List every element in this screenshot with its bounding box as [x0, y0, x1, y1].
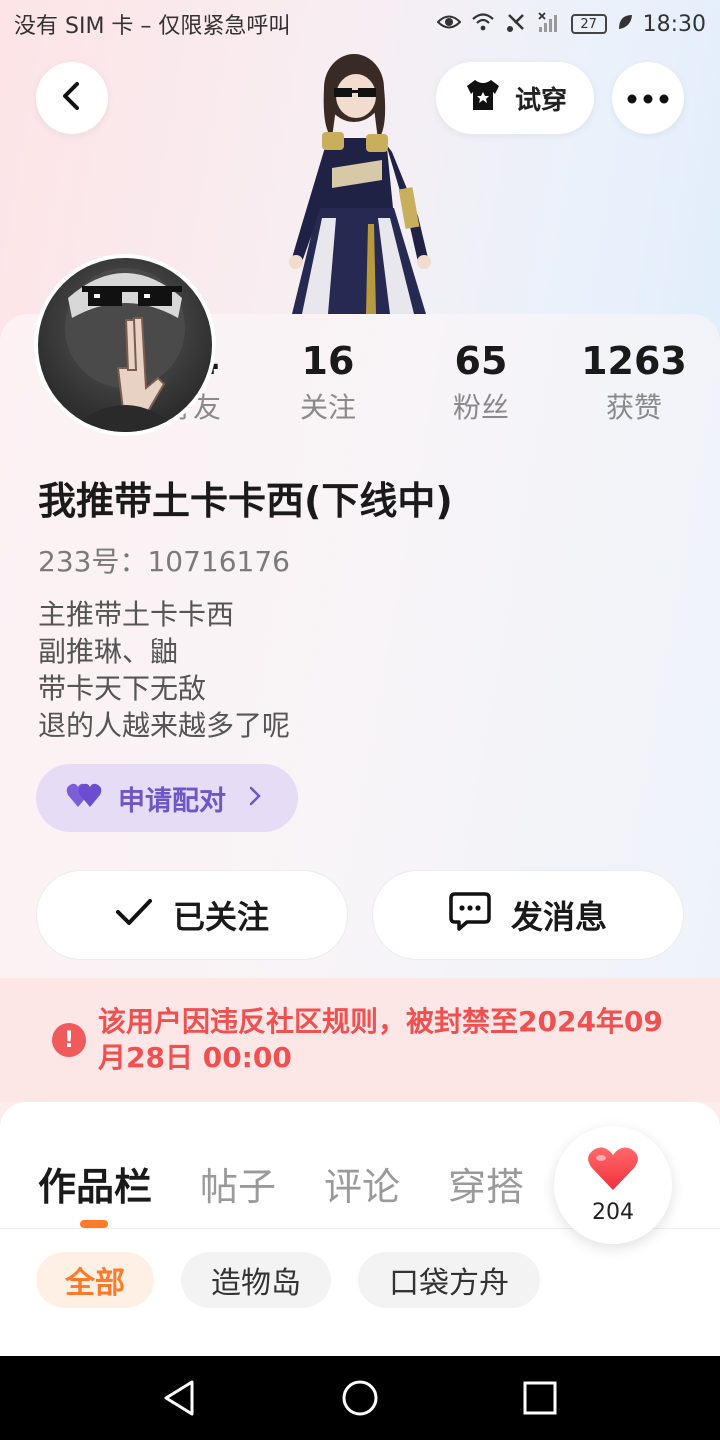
send-message-button[interactable]: 发消息: [372, 870, 684, 960]
ban-notice-text: 该用户因违反社区规则，被封禁至2024年09月28日 00:00: [98, 1005, 663, 1074]
wifi-icon: [471, 12, 495, 36]
bio-line: 带卡天下无敌: [38, 672, 207, 705]
tshirt-icon: [463, 78, 503, 119]
no-call-icon: [505, 11, 527, 38]
tab-comments[interactable]: 评论: [324, 1156, 400, 1211]
like-count: 204: [592, 1199, 634, 1225]
leaf-icon: [617, 12, 633, 36]
try-on-button[interactable]: 试穿: [436, 62, 594, 134]
double-heart-icon: [66, 781, 104, 816]
no-signal-icon: [537, 11, 561, 38]
bio: 主推带土卡卡西 副推琳、鼬 带卡天下无敌 退的人越来越多了呢: [38, 596, 290, 744]
system-navigation-bar: [0, 1356, 720, 1440]
send-message-label: 发消息: [510, 898, 607, 936]
filter-creation-island[interactable]: 造物岛: [181, 1252, 331, 1308]
checkmark-icon: [115, 896, 153, 934]
avatar-image: [38, 258, 212, 432]
clock: 18:30: [642, 11, 706, 37]
stat-likes-received[interactable]: 1263 获赞: [559, 336, 709, 430]
bio-line: 退的人越来越多了呢: [38, 709, 291, 742]
avatar[interactable]: [34, 254, 216, 436]
status-icons: 27 18:30: [436, 11, 706, 38]
more-options-button[interactable]: [612, 62, 684, 134]
bio-line: 副推琳、鼬: [38, 635, 179, 668]
nav-back-icon[interactable]: [156, 1374, 204, 1422]
followed-button[interactable]: 已关注: [36, 870, 348, 960]
tab-posts[interactable]: 帖子: [200, 1156, 276, 1211]
chevron-left-icon: [59, 81, 85, 115]
avatar-character-figure[interactable]: [262, 48, 442, 314]
stat-value: 65: [454, 339, 508, 383]
user-id: 233号：10716176: [38, 545, 290, 578]
username: 我推带土卡卡西(下线中): [38, 479, 453, 523]
filter-all[interactable]: 全部: [36, 1252, 154, 1308]
ban-notice-banner: ! 该用户因违反社区规则，被封禁至2024年09月28日 00:00: [0, 978, 720, 1102]
tab-outfits[interactable]: 穿搭: [448, 1156, 524, 1211]
stat-followers[interactable]: 65 粉丝: [406, 336, 556, 430]
stat-label: 关注: [299, 391, 356, 424]
battery-indicator: 27: [570, 14, 607, 34]
like-button[interactable]: 204: [554, 1126, 672, 1244]
request-pair-button[interactable]: 申请配对: [36, 764, 298, 832]
stat-following[interactable]: 16 关注: [253, 336, 403, 430]
filter-pocket-ark[interactable]: 口袋方舟: [358, 1252, 540, 1308]
followed-label: 已关注: [172, 898, 269, 936]
try-on-label: 试穿: [514, 85, 567, 116]
eye-icon: [436, 12, 462, 36]
carrier-text: 没有 SIM 卡 – 仅限紧急呼叫: [14, 14, 291, 39]
stat-label: 获赞: [605, 391, 662, 424]
stat-value: 16: [301, 339, 355, 383]
nav-home-icon[interactable]: [336, 1374, 384, 1422]
back-button[interactable]: [36, 62, 108, 134]
tab-works[interactable]: 作品栏: [38, 1156, 152, 1211]
heart-icon: [587, 1146, 639, 1196]
alert-icon: !: [52, 1023, 86, 1057]
bio-line: 主推带土卡卡西: [38, 598, 235, 631]
chevron-right-icon: [248, 783, 262, 814]
chat-bubble-icon: [449, 891, 491, 939]
stat-label: 粉丝: [452, 391, 509, 424]
request-pair-label: 申请配对: [118, 785, 226, 817]
active-tab-indicator: [80, 1220, 108, 1228]
stat-value: 1263: [581, 339, 687, 383]
ellipsis-icon: [626, 89, 670, 108]
nav-recents-icon[interactable]: [516, 1374, 564, 1422]
status-bar: 没有 SIM 卡 – 仅限紧急呼叫 27 18:30: [0, 0, 720, 48]
